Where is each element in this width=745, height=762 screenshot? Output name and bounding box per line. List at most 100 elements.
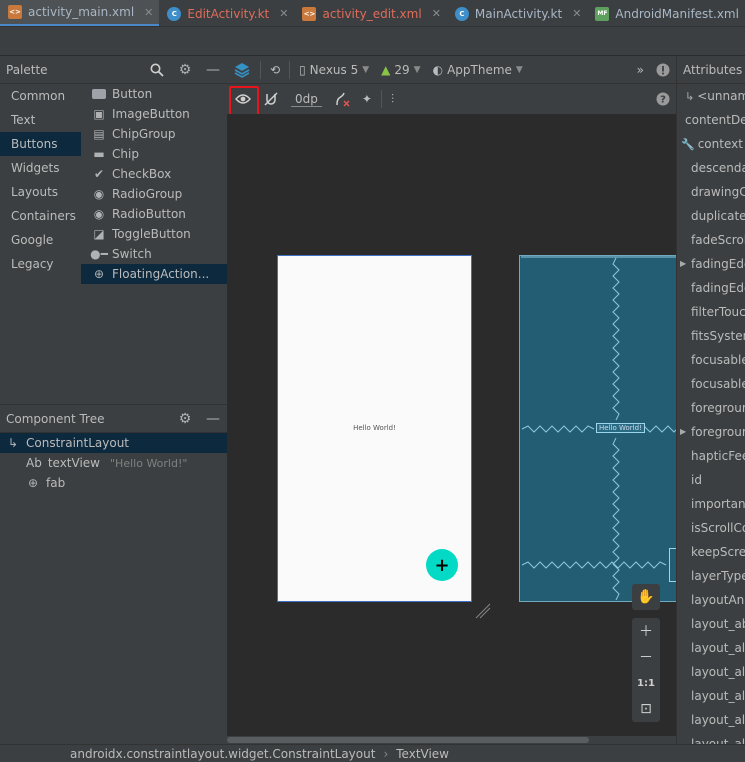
attribute-row[interactable]: layout_alignParentBottom bbox=[677, 732, 745, 744]
scrollbar-thumb[interactable] bbox=[227, 737, 589, 743]
design-canvas[interactable]: Hello World! + Hello World! ✋ ＋ － 1:1 ⊡ bbox=[227, 114, 676, 744]
zoom-to-fit-icon[interactable]: ⊡ bbox=[632, 696, 660, 722]
overflow-button[interactable]: » bbox=[631, 59, 650, 81]
tab-activity-main-xml[interactable]: <> activity_main.xml ✕ bbox=[0, 0, 160, 26]
autoconnect-off-icon[interactable] bbox=[257, 88, 285, 110]
close-icon[interactable]: ✕ bbox=[144, 6, 153, 19]
orientation-icon[interactable]: ⟲ bbox=[264, 59, 286, 81]
attribute-row[interactable]: layerType bbox=[677, 564, 745, 588]
blueprint-surface[interactable]: Hello World! bbox=[519, 255, 676, 602]
attribute-row[interactable]: focusableInTouchMode bbox=[677, 372, 745, 396]
tab-android-manifest-xml[interactable]: MF AndroidManifest.xml ✕ bbox=[587, 0, 745, 26]
category-common[interactable]: Common bbox=[0, 84, 81, 108]
palette-item-checkbox[interactable]: ✔ CheckBox bbox=[81, 164, 227, 184]
category-layouts[interactable]: Layouts bbox=[0, 180, 81, 204]
category-containers[interactable]: Containers bbox=[0, 204, 81, 228]
default-margin-field[interactable]: 0dp bbox=[285, 88, 328, 110]
attribute-row[interactable]: descendantFocusability bbox=[677, 156, 745, 180]
device-selector[interactable]: ▯ Nexus 5 ▼ bbox=[293, 59, 375, 81]
category-buttons[interactable]: Buttons bbox=[0, 132, 81, 156]
theme-selector[interactable]: ◐ AppTheme ▼ bbox=[427, 59, 529, 81]
api-level-selector[interactable]: ▲ 29 ▼ bbox=[375, 59, 426, 81]
attribute-row[interactable]: keepScreenOn bbox=[677, 540, 745, 564]
attribute-row[interactable]: importantForAccessibility bbox=[677, 492, 745, 516]
palette-item-chip[interactable]: ▬ Chip bbox=[81, 144, 227, 164]
xml-file-icon: <> bbox=[8, 5, 22, 19]
attribute-row[interactable]: drawingCacheQuality bbox=[677, 180, 745, 204]
category-legacy[interactable]: Legacy bbox=[0, 252, 81, 276]
tab-edit-activity-kt[interactable]: C EditActivity.kt ✕ bbox=[159, 0, 294, 26]
attribute-row[interactable]: layout_above bbox=[677, 612, 745, 636]
attribute-row[interactable]: fitsSystemWindows bbox=[677, 324, 745, 348]
attribute-label: layerType bbox=[691, 569, 745, 583]
attribute-row[interactable]: foreground bbox=[677, 396, 745, 420]
palette-item-label: Chip bbox=[112, 147, 139, 161]
design-surface[interactable]: Hello World! + bbox=[277, 255, 472, 602]
breadcrumb-selected[interactable]: TextView bbox=[396, 747, 449, 761]
blueprint-fab[interactable] bbox=[669, 548, 676, 582]
breadcrumb-path[interactable]: androidx.constraintlayout.widget.Constra… bbox=[70, 747, 375, 761]
zoom-in-icon[interactable]: ＋ bbox=[632, 618, 660, 644]
palette-item-button[interactable]: Button bbox=[81, 84, 227, 104]
attribute-row[interactable]: filterTouchesWhenObscured bbox=[677, 300, 745, 324]
tab-activity-edit-xml[interactable]: <> activity_edit.xml ✕ bbox=[294, 0, 446, 26]
attribute-row[interactable]: fadingEdgeLength bbox=[677, 276, 745, 300]
category-google[interactable]: Google bbox=[0, 228, 81, 252]
palette-item-switch[interactable]: ●━ Switch bbox=[81, 244, 227, 264]
resize-handle-icon[interactable] bbox=[474, 602, 492, 620]
close-icon[interactable]: ✕ bbox=[279, 7, 288, 20]
magic-wand-icon[interactable]: ✦ bbox=[356, 88, 378, 110]
attribute-row[interactable]: 🔧 context bbox=[677, 132, 745, 156]
category-text[interactable]: Text bbox=[0, 108, 81, 132]
minimize-icon[interactable]: — bbox=[205, 411, 221, 427]
attributes-title: Attributes bbox=[677, 56, 745, 84]
gear-icon[interactable]: ⚙ bbox=[177, 62, 193, 78]
palette-item-radiobutton[interactable]: ◉ RadioButton bbox=[81, 204, 227, 224]
palette-item-radiogroup[interactable]: ◉ RadioGroup bbox=[81, 184, 227, 204]
editor-sub-bar bbox=[0, 27, 745, 56]
tree-node-fab[interactable]: ⊕ fab bbox=[0, 473, 227, 493]
zoom-out-icon[interactable]: － bbox=[632, 644, 660, 670]
category-widgets[interactable]: Widgets bbox=[0, 156, 81, 180]
zoom-actual-size-button[interactable]: 1:1 bbox=[632, 670, 660, 696]
blueprint-hello-textview[interactable]: Hello World! bbox=[596, 423, 645, 433]
attribute-row[interactable]: isScrollContainer bbox=[677, 516, 745, 540]
attribute-row[interactable]: foregroundTint bbox=[677, 420, 745, 444]
attribute-row[interactable]: contentDescription bbox=[677, 108, 745, 132]
warning-icon[interactable] bbox=[650, 59, 676, 81]
hello-world-textview[interactable]: Hello World! bbox=[278, 424, 471, 432]
radio-button-icon: ◉ bbox=[93, 207, 105, 221]
palette-item-chipgroup[interactable]: ▤ ChipGroup bbox=[81, 124, 227, 144]
attribute-row[interactable]: hapticFeedbackEnabled bbox=[677, 444, 745, 468]
search-icon[interactable] bbox=[149, 62, 165, 78]
horizontal-scrollbar[interactable] bbox=[227, 736, 676, 744]
attribute-row[interactable]: layout_alignLeft bbox=[677, 708, 745, 732]
attribute-row[interactable]: layout_alignBottom bbox=[677, 660, 745, 684]
palette-item-togglebutton[interactable]: ◪ ToggleButton bbox=[81, 224, 227, 244]
minimize-icon[interactable]: — bbox=[205, 62, 221, 78]
attribute-label: fadeScrollbars bbox=[691, 233, 745, 247]
attribute-row[interactable]: duplicateParentState bbox=[677, 204, 745, 228]
tree-node-constraintlayout[interactable]: ↳ ConstraintLayout bbox=[0, 433, 227, 453]
attribute-row[interactable]: id bbox=[677, 468, 745, 492]
guidelines-icon[interactable]: ⫶ bbox=[385, 88, 400, 110]
attribute-row[interactable]: layoutAnimation bbox=[677, 588, 745, 612]
attribute-row[interactable]: fadingEdge bbox=[677, 252, 745, 276]
attribute-row[interactable]: layout_alignBaseline bbox=[677, 636, 745, 660]
pan-hand-icon[interactable]: ✋ bbox=[632, 584, 660, 610]
help-icon[interactable]: ? bbox=[650, 88, 676, 110]
attribute-row[interactable]: layout_alignEnd bbox=[677, 684, 745, 708]
tab-main-activity-kt[interactable]: C MainActivity.kt ✕ bbox=[447, 0, 588, 26]
palette-item-floatingactionbutton[interactable]: ⊕ FloatingAction... bbox=[81, 264, 227, 284]
tree-node-textview[interactable]: Ab textView "Hello World!" bbox=[0, 453, 227, 473]
attribute-row[interactable]: ↳<unnamed> bbox=[677, 84, 745, 108]
attribute-row[interactable]: focusable bbox=[677, 348, 745, 372]
layers-icon[interactable] bbox=[227, 59, 257, 81]
close-icon[interactable]: ✕ bbox=[572, 7, 581, 20]
fab-add-button[interactable]: + bbox=[426, 549, 458, 581]
clear-constraints-icon[interactable] bbox=[328, 88, 356, 110]
attribute-row[interactable]: fadeScrollbars bbox=[677, 228, 745, 252]
palette-item-imagebutton[interactable]: ▣ ImageButton bbox=[81, 104, 227, 124]
gear-icon[interactable]: ⚙ bbox=[177, 411, 193, 427]
close-icon[interactable]: ✕ bbox=[432, 7, 441, 20]
